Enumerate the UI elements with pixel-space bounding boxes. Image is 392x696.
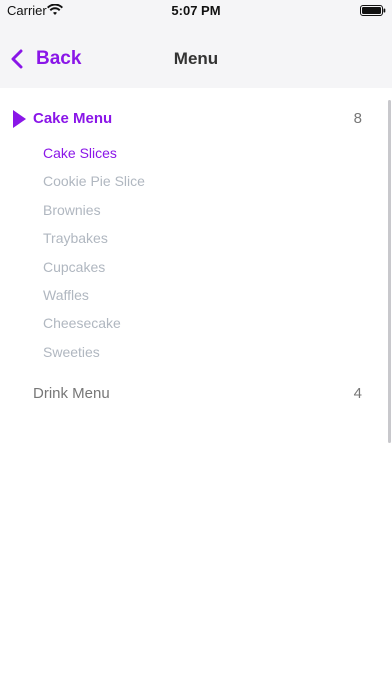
section-label: Drink Menu — [33, 385, 110, 402]
back-button[interactable]: Back — [10, 30, 81, 88]
list-item-brownies[interactable]: Brownies — [43, 202, 101, 226]
status-time: 5:07 PM — [171, 3, 221, 18]
section-count: 4 — [353, 385, 362, 402]
section-header-cake-menu[interactable]: Cake Menu 8 — [0, 102, 392, 136]
list-item-waffles[interactable]: Waffles — [43, 287, 89, 311]
list-item-cheesecake[interactable]: Cheesecake — [43, 315, 121, 339]
section-header-drink-menu[interactable]: Drink Menu 4 — [0, 377, 392, 411]
menu-list: Cake Menu 8 Cake Slices Cookie Pie Slice… — [0, 88, 392, 696]
list-item-sweeties[interactable]: Sweeties — [43, 344, 100, 368]
chevron-left-icon — [11, 49, 23, 69]
scroll-indicator[interactable] — [388, 100, 391, 443]
list-item-cake-slices[interactable]: Cake Slices — [43, 145, 117, 169]
list-item-cookie-pie-slice[interactable]: Cookie Pie Slice — [43, 173, 145, 197]
battery-icon — [360, 5, 386, 16]
play-arrow-icon — [13, 110, 26, 128]
section-count: 8 — [353, 110, 362, 127]
section-label: Cake Menu — [33, 110, 113, 127]
navigation-bar: Back Menu — [0, 30, 392, 88]
list-item-traybakes[interactable]: Traybakes — [43, 230, 108, 254]
status-bar: Carrier 5:07 PM — [0, 0, 392, 30]
back-label: Back — [36, 48, 82, 69]
list-item-cupcakes[interactable]: Cupcakes — [43, 259, 105, 283]
